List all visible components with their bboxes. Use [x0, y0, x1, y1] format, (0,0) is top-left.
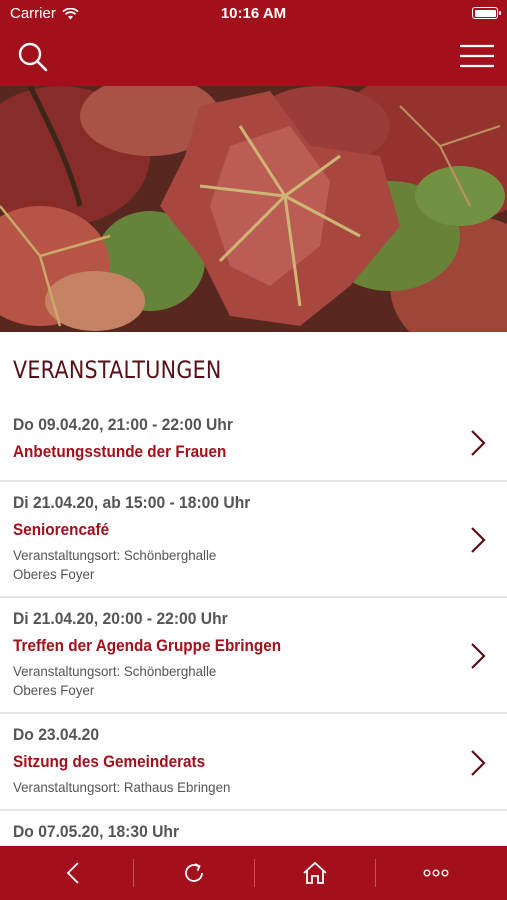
chevron-right-icon — [471, 527, 486, 553]
event-item[interactable]: Di 21.04.20, ab 15:00 - 18:00 Uhr Senior… — [0, 482, 507, 598]
event-date: Do 09.04.20, 21:00 - 22:00 Uhr — [13, 415, 233, 434]
home-icon — [303, 861, 327, 884]
event-title: Seniorencafé — [13, 520, 110, 539]
event-location-detail: Oberes Foyer — [13, 566, 95, 582]
navigation-bar — [0, 28, 507, 86]
search-icon — [18, 42, 48, 72]
event-list: Do 09.04.20, 21:00 - 22:00 Uhr Anbetungs… — [0, 405, 507, 871]
menu-button[interactable] — [459, 42, 495, 72]
event-date: Di 21.04.20, ab 15:00 - 18:00 Uhr — [13, 493, 251, 512]
chevron-right-icon — [471, 643, 486, 669]
event-title: Sitzung des Gemeinderats — [13, 752, 206, 771]
page-title: VERANSTALTUNGEN — [13, 356, 222, 384]
clock: 10:16 AM — [220, 5, 287, 22]
event-item[interactable]: Do 09.04.20, 21:00 - 22:00 Uhr Anbetungs… — [0, 405, 507, 482]
home-button[interactable] — [255, 846, 375, 900]
autumn-vine-leaves-photo — [0, 86, 507, 332]
back-icon — [66, 862, 79, 884]
event-title: Anbetungsstunde der Frauen — [13, 442, 227, 461]
event-location-detail: Oberes Foyer — [13, 682, 95, 698]
back-button[interactable] — [13, 846, 133, 900]
hero-image — [0, 86, 507, 332]
chevron-right-icon — [471, 430, 486, 456]
event-date: Do 07.05.20, 18:30 Uhr — [13, 822, 180, 841]
more-icon — [423, 869, 449, 877]
refresh-icon — [185, 863, 203, 882]
more-button[interactable] — [376, 846, 496, 900]
search-button[interactable] — [14, 38, 50, 74]
event-date: Di 21.04.20, 20:00 - 22:00 Uhr — [13, 609, 228, 628]
battery-icon — [472, 7, 501, 19]
event-location: Veranstaltungsort: Rathaus Ebringen — [13, 779, 231, 795]
bottom-toolbar — [0, 846, 507, 900]
refresh-button[interactable] — [134, 846, 254, 900]
event-date: Do 23.04.20 — [13, 725, 100, 744]
event-location: Veranstaltungsort: Schönberghalle — [13, 547, 217, 563]
hamburger-menu-icon — [460, 44, 494, 68]
event-item[interactable]: Di 21.04.20, 20:00 - 22:00 Uhr Treffen d… — [0, 598, 507, 714]
event-location: Veranstaltungsort: Schönberghalle — [13, 663, 217, 679]
event-item[interactable]: Do 23.04.20 Sitzung des Gemeinderats Ver… — [0, 714, 507, 811]
chevron-right-icon — [471, 750, 486, 776]
event-title: Treffen der Agenda Gruppe Ebringen — [13, 636, 282, 655]
status-bar: Carrier 10:16 AM — [0, 0, 507, 28]
